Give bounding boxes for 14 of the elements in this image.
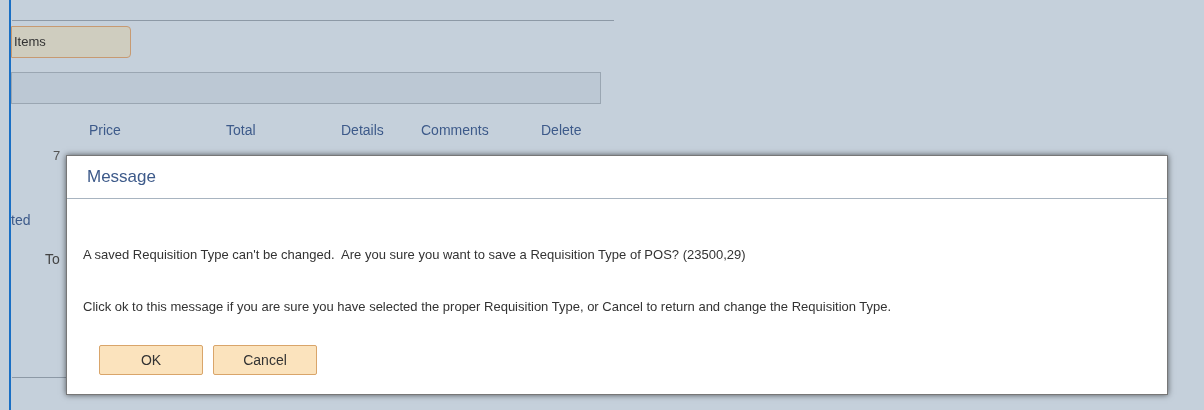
- cancel-button[interactable]: Cancel: [213, 345, 317, 375]
- dialog-title: Message: [87, 166, 156, 189]
- items-button[interactable]: Items: [11, 26, 131, 58]
- delete-header: Delete: [541, 122, 582, 138]
- total-header: Total: [226, 122, 256, 138]
- row-label: ted: [11, 212, 31, 228]
- price-header: Price: [89, 122, 121, 138]
- comments-header: Comments: [421, 122, 489, 138]
- details-header: Details: [341, 122, 384, 138]
- message-text: Click ok to this message if you are sure you have selected the proper Requisition Type, or Cancel to return and change the Requisition Type.: [83, 299, 892, 315]
- price-value: 7: [53, 148, 61, 164]
- message-text: A saved Requisition Type can't be changed. Are you sure you want to save a Requisition Type of POS? (23500,29): [83, 247, 746, 263]
- total-label: To: [45, 251, 60, 267]
- ok-button[interactable]: OK: [99, 345, 203, 375]
